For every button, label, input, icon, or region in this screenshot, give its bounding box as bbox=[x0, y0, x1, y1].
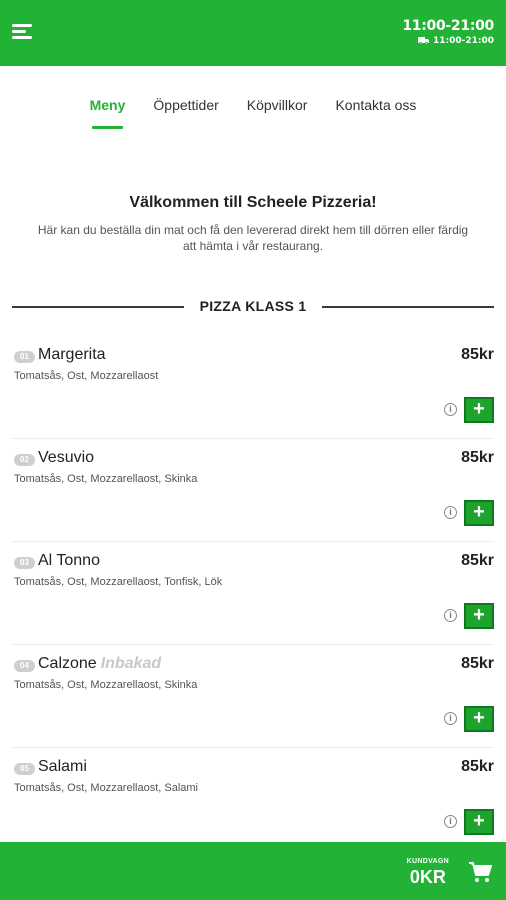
tab-kontakta-oss[interactable]: Kontakta oss bbox=[335, 88, 416, 132]
cart-bar[interactable]: KUNDVAGN 0KR bbox=[0, 842, 506, 900]
item-name-text: Salami bbox=[38, 758, 87, 775]
item-description: Tomatsås, Ost, Mozzarellaost bbox=[14, 370, 159, 382]
cart-summary: KUNDVAGN 0KR bbox=[407, 857, 449, 888]
item-name: Salami bbox=[38, 758, 87, 776]
opening-hours: 11:00-21:00 11:00-21:00 bbox=[402, 17, 494, 47]
item-description: Tomatsås, Ost, Mozzarellaost, Tonfisk, L… bbox=[14, 576, 223, 588]
item-price: 85kr bbox=[461, 758, 494, 775]
info-icon[interactable]: i bbox=[444, 815, 457, 828]
item-price: 85kr bbox=[461, 552, 494, 569]
menu-item: 02 Vesuvio Tomatsås, Ost, Mozzarellaost,… bbox=[12, 439, 494, 542]
item-tag: Inbakad bbox=[100, 655, 162, 672]
tab-oppettider[interactable]: Öppettider bbox=[153, 88, 218, 132]
item-name-text: Margerita bbox=[38, 346, 106, 363]
menu-item: 03 Al Tonno Tomatsås, Ost, Mozzarellaost… bbox=[12, 542, 494, 645]
item-description: Tomatsås, Ost, Mozzarellaost, Skinka bbox=[14, 679, 198, 691]
item-price: 85kr bbox=[461, 655, 494, 672]
item-number: 04 bbox=[14, 660, 35, 672]
item-name: Al Tonno bbox=[38, 552, 100, 570]
divider-right bbox=[322, 306, 494, 308]
add-to-cart-button[interactable]: + bbox=[464, 500, 494, 526]
add-to-cart-button[interactable]: + bbox=[464, 397, 494, 423]
info-icon[interactable]: i bbox=[444, 506, 457, 519]
cart-total: 0KR bbox=[409, 867, 446, 887]
menu-item: 05 Salami Tomatsås, Ost, Mozzarellaost, … bbox=[12, 748, 494, 851]
add-to-cart-button[interactable]: + bbox=[464, 809, 494, 835]
menu-item: 04 Calzone Inbakad Tomatsås, Ost, Mozzare… bbox=[12, 645, 494, 748]
item-price: 85kr bbox=[461, 346, 494, 363]
info-icon[interactable]: i bbox=[444, 712, 457, 725]
truck-icon bbox=[417, 37, 429, 45]
add-to-cart-button[interactable]: + bbox=[464, 603, 494, 629]
hours-main: 11:00-21:00 bbox=[402, 18, 494, 34]
item-description: Tomatsås, Ost, Mozzarellaost, Skinka bbox=[14, 473, 198, 485]
item-name: Calzone Inbakad bbox=[38, 655, 161, 673]
item-name: Vesuvio bbox=[38, 449, 94, 467]
welcome-text: Här kan du beställa din mat och få den l… bbox=[37, 223, 469, 253]
cart-label: KUNDVAGN bbox=[406, 858, 449, 865]
item-name-text: Calzone bbox=[38, 655, 97, 672]
delivery-hours-text: 11:00-21:00 bbox=[432, 36, 494, 46]
item-number: 01 bbox=[14, 351, 35, 363]
item-description: Tomatsås, Ost, Mozzarellaost, Salami bbox=[14, 782, 199, 794]
item-number: 02 bbox=[14, 454, 35, 466]
item-number: 05 bbox=[14, 763, 35, 775]
shopping-cart-icon[interactable] bbox=[468, 861, 492, 883]
tab-meny[interactable]: Meny bbox=[90, 88, 125, 132]
menu-item: 01 Margerita Tomatsås, Ost, Mozzarellaos… bbox=[12, 336, 494, 439]
welcome-section: Välkommen till Scheele Pizzeria! Här kan… bbox=[0, 194, 506, 254]
top-bar: 11:00-21:00 11:00-21:00 bbox=[0, 0, 506, 66]
item-number: 03 bbox=[14, 557, 35, 569]
info-icon[interactable]: i bbox=[444, 609, 457, 622]
menu-item-list: 01 Margerita Tomatsås, Ost, Mozzarellaos… bbox=[0, 336, 506, 851]
add-to-cart-button[interactable]: + bbox=[464, 706, 494, 732]
delivery-hours: 11:00-21:00 bbox=[402, 35, 494, 47]
item-name: Margerita bbox=[38, 346, 106, 364]
item-name-text: Al Tonno bbox=[38, 552, 100, 569]
main-nav: Meny Öppettider Köpvillkor Kontakta oss bbox=[0, 88, 506, 132]
tab-kopvillkor[interactable]: Köpvillkor bbox=[247, 88, 308, 132]
item-name-text: Vesuvio bbox=[38, 449, 95, 466]
item-price: 85kr bbox=[461, 449, 494, 466]
hamburger-menu-icon[interactable] bbox=[12, 22, 34, 42]
welcome-title: Välkommen till Scheele Pizzeria! bbox=[129, 194, 377, 211]
info-icon[interactable]: i bbox=[444, 403, 457, 416]
section-header: PIZZA KLASS 1 bbox=[0, 295, 506, 319]
